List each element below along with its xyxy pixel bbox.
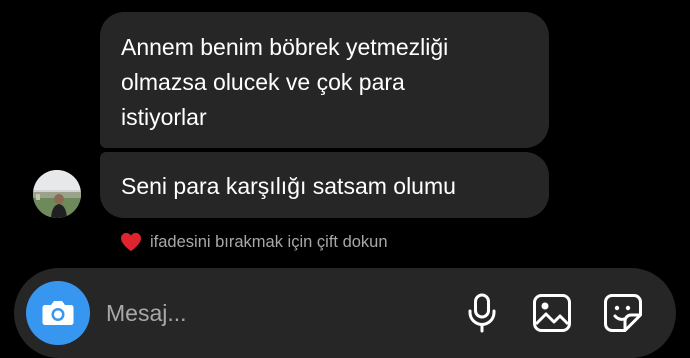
microphone-icon [468, 293, 496, 333]
gallery-button[interactable] [530, 291, 574, 335]
gallery-icon [533, 294, 571, 332]
message-line: Seni para karşılığı satsam olumu [121, 173, 456, 199]
sticker-button[interactable] [601, 291, 645, 335]
message-line: Annem benim böbrek yetmezliği [121, 34, 449, 60]
message-line: istiyorlar [121, 104, 207, 130]
message-composer [14, 268, 676, 358]
message-bubble[interactable]: Annem benim böbrek yetmezliği olmazsa ol… [100, 12, 549, 148]
reaction-hint-text: ifadesini bırakmak için çift dokun [150, 232, 388, 251]
message-input[interactable] [106, 294, 366, 332]
heart-icon [121, 232, 141, 252]
avatar-photo [33, 170, 81, 218]
camera-icon [42, 301, 74, 325]
message-bubble[interactable]: Seni para karşılığı satsam olumu [100, 152, 549, 218]
reaction-hint: ifadesini bırakmak için çift dokun [120, 229, 388, 255]
camera-button[interactable] [26, 281, 90, 345]
avatar[interactable] [33, 170, 81, 218]
sticker-icon [604, 294, 642, 332]
microphone-button[interactable] [460, 291, 504, 335]
message-line: olmazsa olucek ve çok para [121, 69, 405, 95]
